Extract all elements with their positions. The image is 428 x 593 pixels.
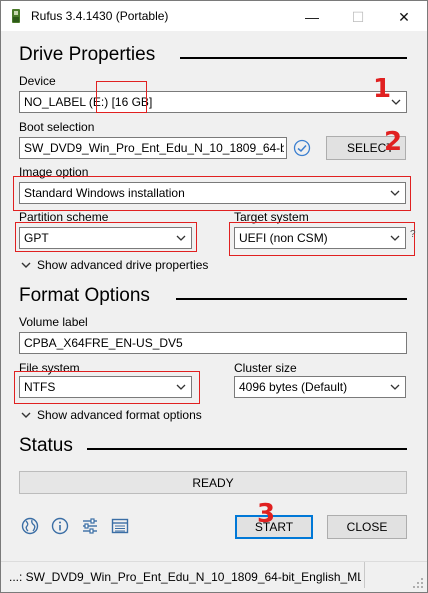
file-system-value: NTFS <box>24 380 56 394</box>
image-option-dropdown[interactable]: Standard Windows installation <box>19 182 406 204</box>
cluster-size-label: Cluster size <box>234 361 297 375</box>
partition-scheme-dropdown[interactable]: GPT <box>19 227 192 249</box>
chevron-down-icon <box>176 235 186 241</box>
status-heading: Status <box>19 435 73 456</box>
volume-label-input[interactable]: CPBA_X64FRE_EN-US_DV5 <box>19 332 407 354</box>
status-progress-bar: READY <box>19 471 407 494</box>
image-option-value: Standard Windows installation <box>24 186 185 200</box>
maximize-button[interactable]: ☐ <box>335 2 381 32</box>
chevron-down-icon <box>391 99 401 105</box>
device-dropdown[interactable]: NO_LABEL (E:) [16 GB] <box>19 91 407 113</box>
chevron-down-icon <box>390 235 400 241</box>
advanced-format-toggle[interactable]: Show advanced format options <box>21 408 202 422</box>
chevron-down-icon <box>176 384 186 390</box>
status-bar-separator <box>364 562 365 588</box>
boot-selection-dropdown[interactable]: SW_DVD9_Win_Pro_Ent_Edu_N_10_1809_64-b <box>19 137 287 159</box>
partition-scheme-value: GPT <box>24 231 49 245</box>
annotation-marker-2: 2 <box>384 127 403 157</box>
target-system-help-icon[interactable]: ? <box>410 229 416 240</box>
section-divider <box>180 57 407 59</box>
drive-properties-heading: Drive Properties <box>19 44 156 65</box>
window-title: Rufus 3.4.1430 (Portable) <box>31 9 169 23</box>
usb-drive-icon <box>12 9 20 23</box>
settings-sliders-icon[interactable] <box>81 517 99 535</box>
boot-selection-label: Boot selection <box>19 120 95 134</box>
annotation-box-device-size <box>96 81 147 113</box>
chevron-down-icon <box>21 412 31 418</box>
section-divider <box>87 448 407 450</box>
status-state: READY <box>192 475 234 490</box>
cluster-size-dropdown[interactable]: 4096 bytes (Default) <box>234 376 406 398</box>
cluster-size-value: 4096 bytes (Default) <box>239 380 348 394</box>
device-label: Device <box>19 74 56 88</box>
status-bar-text: ...: SW_DVD9_Win_Pro_Ent_Edu_N_10_1809_6… <box>9 570 361 584</box>
minimize-button[interactable]: — <box>289 2 335 32</box>
info-icon[interactable] <box>51 517 69 535</box>
advanced-drive-toggle[interactable]: Show advanced drive properties <box>21 258 208 272</box>
close-button[interactable]: CLOSE <box>327 515 407 539</box>
format-options-heading: Format Options <box>19 285 150 306</box>
chevron-down-icon <box>21 262 31 268</box>
advanced-drive-toggle-label: Show advanced drive properties <box>37 258 209 272</box>
check-circle-icon[interactable] <box>293 139 311 157</box>
resize-grip-icon[interactable] <box>412 577 424 589</box>
chevron-down-icon <box>390 384 400 390</box>
annotation-marker-1: 1 <box>373 74 392 104</box>
title-bar[interactable]: Rufus 3.4.1430 (Portable) — ☐ ✕ <box>1 1 427 31</box>
target-system-value: UEFI (non CSM) <box>239 231 328 245</box>
volume-label-value: CPBA_X64FRE_EN-US_DV5 <box>24 336 183 350</box>
close-window-button[interactable]: ✕ <box>381 2 427 32</box>
annotation-marker-3: 3 <box>257 499 276 529</box>
globe-icon[interactable] <box>21 517 39 535</box>
volume-label-label: Volume label <box>19 315 88 329</box>
file-system-dropdown[interactable]: NTFS <box>19 376 192 398</box>
log-table-icon[interactable] <box>111 518 129 534</box>
target-system-dropdown[interactable]: UEFI (non CSM) <box>234 227 406 249</box>
chevron-down-icon <box>390 190 400 196</box>
boot-selection-value: SW_DVD9_Win_Pro_Ent_Edu_N_10_1809_64-b <box>24 141 284 155</box>
section-divider <box>176 298 407 300</box>
advanced-format-toggle-label: Show advanced format options <box>37 408 202 422</box>
